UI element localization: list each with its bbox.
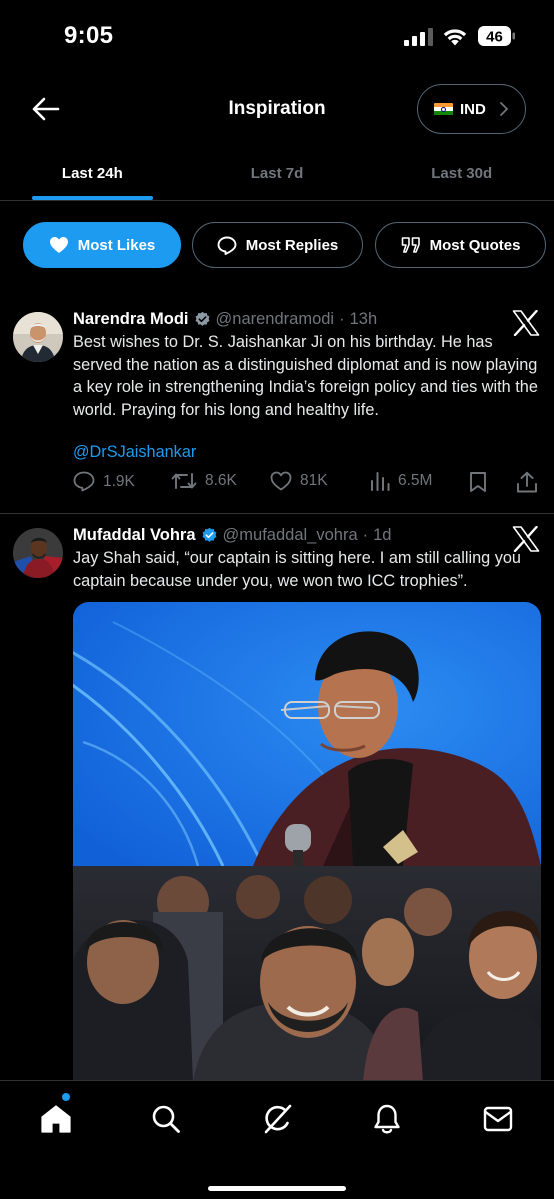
home-notification-dot [62, 1093, 70, 1101]
grok-icon [264, 1104, 292, 1134]
battery-icon: 46 [478, 26, 516, 46]
tab-last-7d[interactable]: Last 7d [185, 150, 370, 200]
repost-button[interactable]: 8.6K [171, 471, 237, 491]
view-count: 6.5M [398, 472, 433, 489]
like-count: 81K [300, 472, 328, 489]
battery-level: 46 [486, 29, 503, 46]
views-chart-icon [371, 472, 390, 491]
share-icon [517, 471, 537, 493]
meta-separator: · [362, 526, 369, 544]
verified-badge-icon [195, 311, 209, 326]
verified-badge-icon [202, 527, 216, 542]
chevron-right-icon [499, 102, 509, 116]
filter-label: Most Replies [245, 236, 339, 254]
home-indicator [208, 1186, 346, 1191]
photo-speaker-on-stage [73, 602, 541, 867]
author-handle[interactable]: @narendramodi [216, 310, 335, 329]
meta-separator: · [339, 310, 345, 328]
tweet-time: 1d [373, 526, 392, 544]
nav-notifications-button[interactable] [367, 1101, 407, 1137]
speech-bubble-icon [217, 236, 237, 255]
views-button[interactable]: 6.5M [370, 471, 432, 491]
filter-chips: Most Likes Most Replies Most Quotes [0, 222, 554, 270]
filter-label: Most Likes [77, 236, 156, 254]
wifi-icon [443, 29, 467, 46]
nav-search-button[interactable] [146, 1101, 186, 1137]
india-flag-icon [434, 102, 453, 116]
tweet-time: 13h [349, 310, 378, 328]
tab-last-30d[interactable]: Last 30d [369, 150, 554, 200]
photo-audience-smiling [73, 866, 541, 1082]
tweet-header: Narendra Modi @narendramodi · 13h [73, 310, 377, 329]
search-icon [152, 1105, 180, 1133]
status-bar: 9:05 46 [0, 0, 554, 70]
tweet-media[interactable] [73, 602, 541, 1082]
filter-most-replies-button[interactable]: Most Replies [192, 222, 363, 268]
author-name[interactable]: Narendra Modi [73, 310, 189, 329]
time-range-tabs: Last 24h Last 7d Last 30d [0, 150, 554, 201]
region-selector-button[interactable]: IND [417, 84, 526, 134]
status-time: 9:05 [64, 22, 114, 49]
reply-count: 1.9K [103, 472, 135, 490]
quote-icon [401, 237, 420, 253]
reply-button[interactable]: 1.9K [73, 471, 135, 492]
messages-envelope-icon [483, 1106, 513, 1132]
author-name[interactable]: Mufaddal Vohra [73, 526, 196, 545]
tweet-divider [0, 513, 554, 514]
media-photos [73, 602, 541, 1082]
home-icon [41, 1105, 71, 1133]
bookmark-icon [470, 472, 486, 492]
repost-count: 8.6K [205, 472, 237, 489]
filter-label: Most Quotes [429, 236, 521, 254]
tweet-header: Mufaddal Vohra @mufaddal_vohra · 1d [73, 526, 391, 545]
tweet-actions: 1.9K 8.6K 81K 6.5M [73, 471, 543, 501]
tweet-text: Jay Shah said, “our captain is sitting h… [73, 549, 521, 590]
reply-icon [73, 471, 95, 492]
notifications-bell-icon [374, 1104, 400, 1134]
header: Inspiration IND [0, 80, 554, 140]
tab-last-24h[interactable]: Last 24h [0, 150, 185, 200]
nav-grok-button[interactable] [257, 1101, 297, 1137]
filter-most-quotes-button[interactable]: Most Quotes [375, 222, 546, 268]
mention-link[interactable]: @DrSJaishankar [73, 443, 196, 462]
author-handle[interactable]: @mufaddal_vohra [223, 526, 358, 545]
nav-home-button[interactable] [36, 1101, 76, 1137]
like-button[interactable]: 81K [270, 471, 328, 491]
avatar[interactable] [13, 528, 63, 578]
tweet-text: Best wishes to Dr. S. Jaishankar Ji on h… [73, 333, 538, 419]
repost-icon [171, 473, 197, 489]
avatar[interactable] [13, 312, 63, 362]
signal-icon [404, 28, 433, 46]
heart-icon [49, 237, 68, 253]
nav-messages-button[interactable] [478, 1101, 518, 1137]
bookmark-button[interactable] [469, 471, 487, 493]
region-label: IND [460, 100, 486, 118]
bottom-navigation [0, 1080, 554, 1199]
share-button[interactable] [516, 471, 538, 493]
heart-outline-icon [270, 471, 292, 491]
filter-most-likes-button[interactable]: Most Likes [23, 222, 181, 268]
